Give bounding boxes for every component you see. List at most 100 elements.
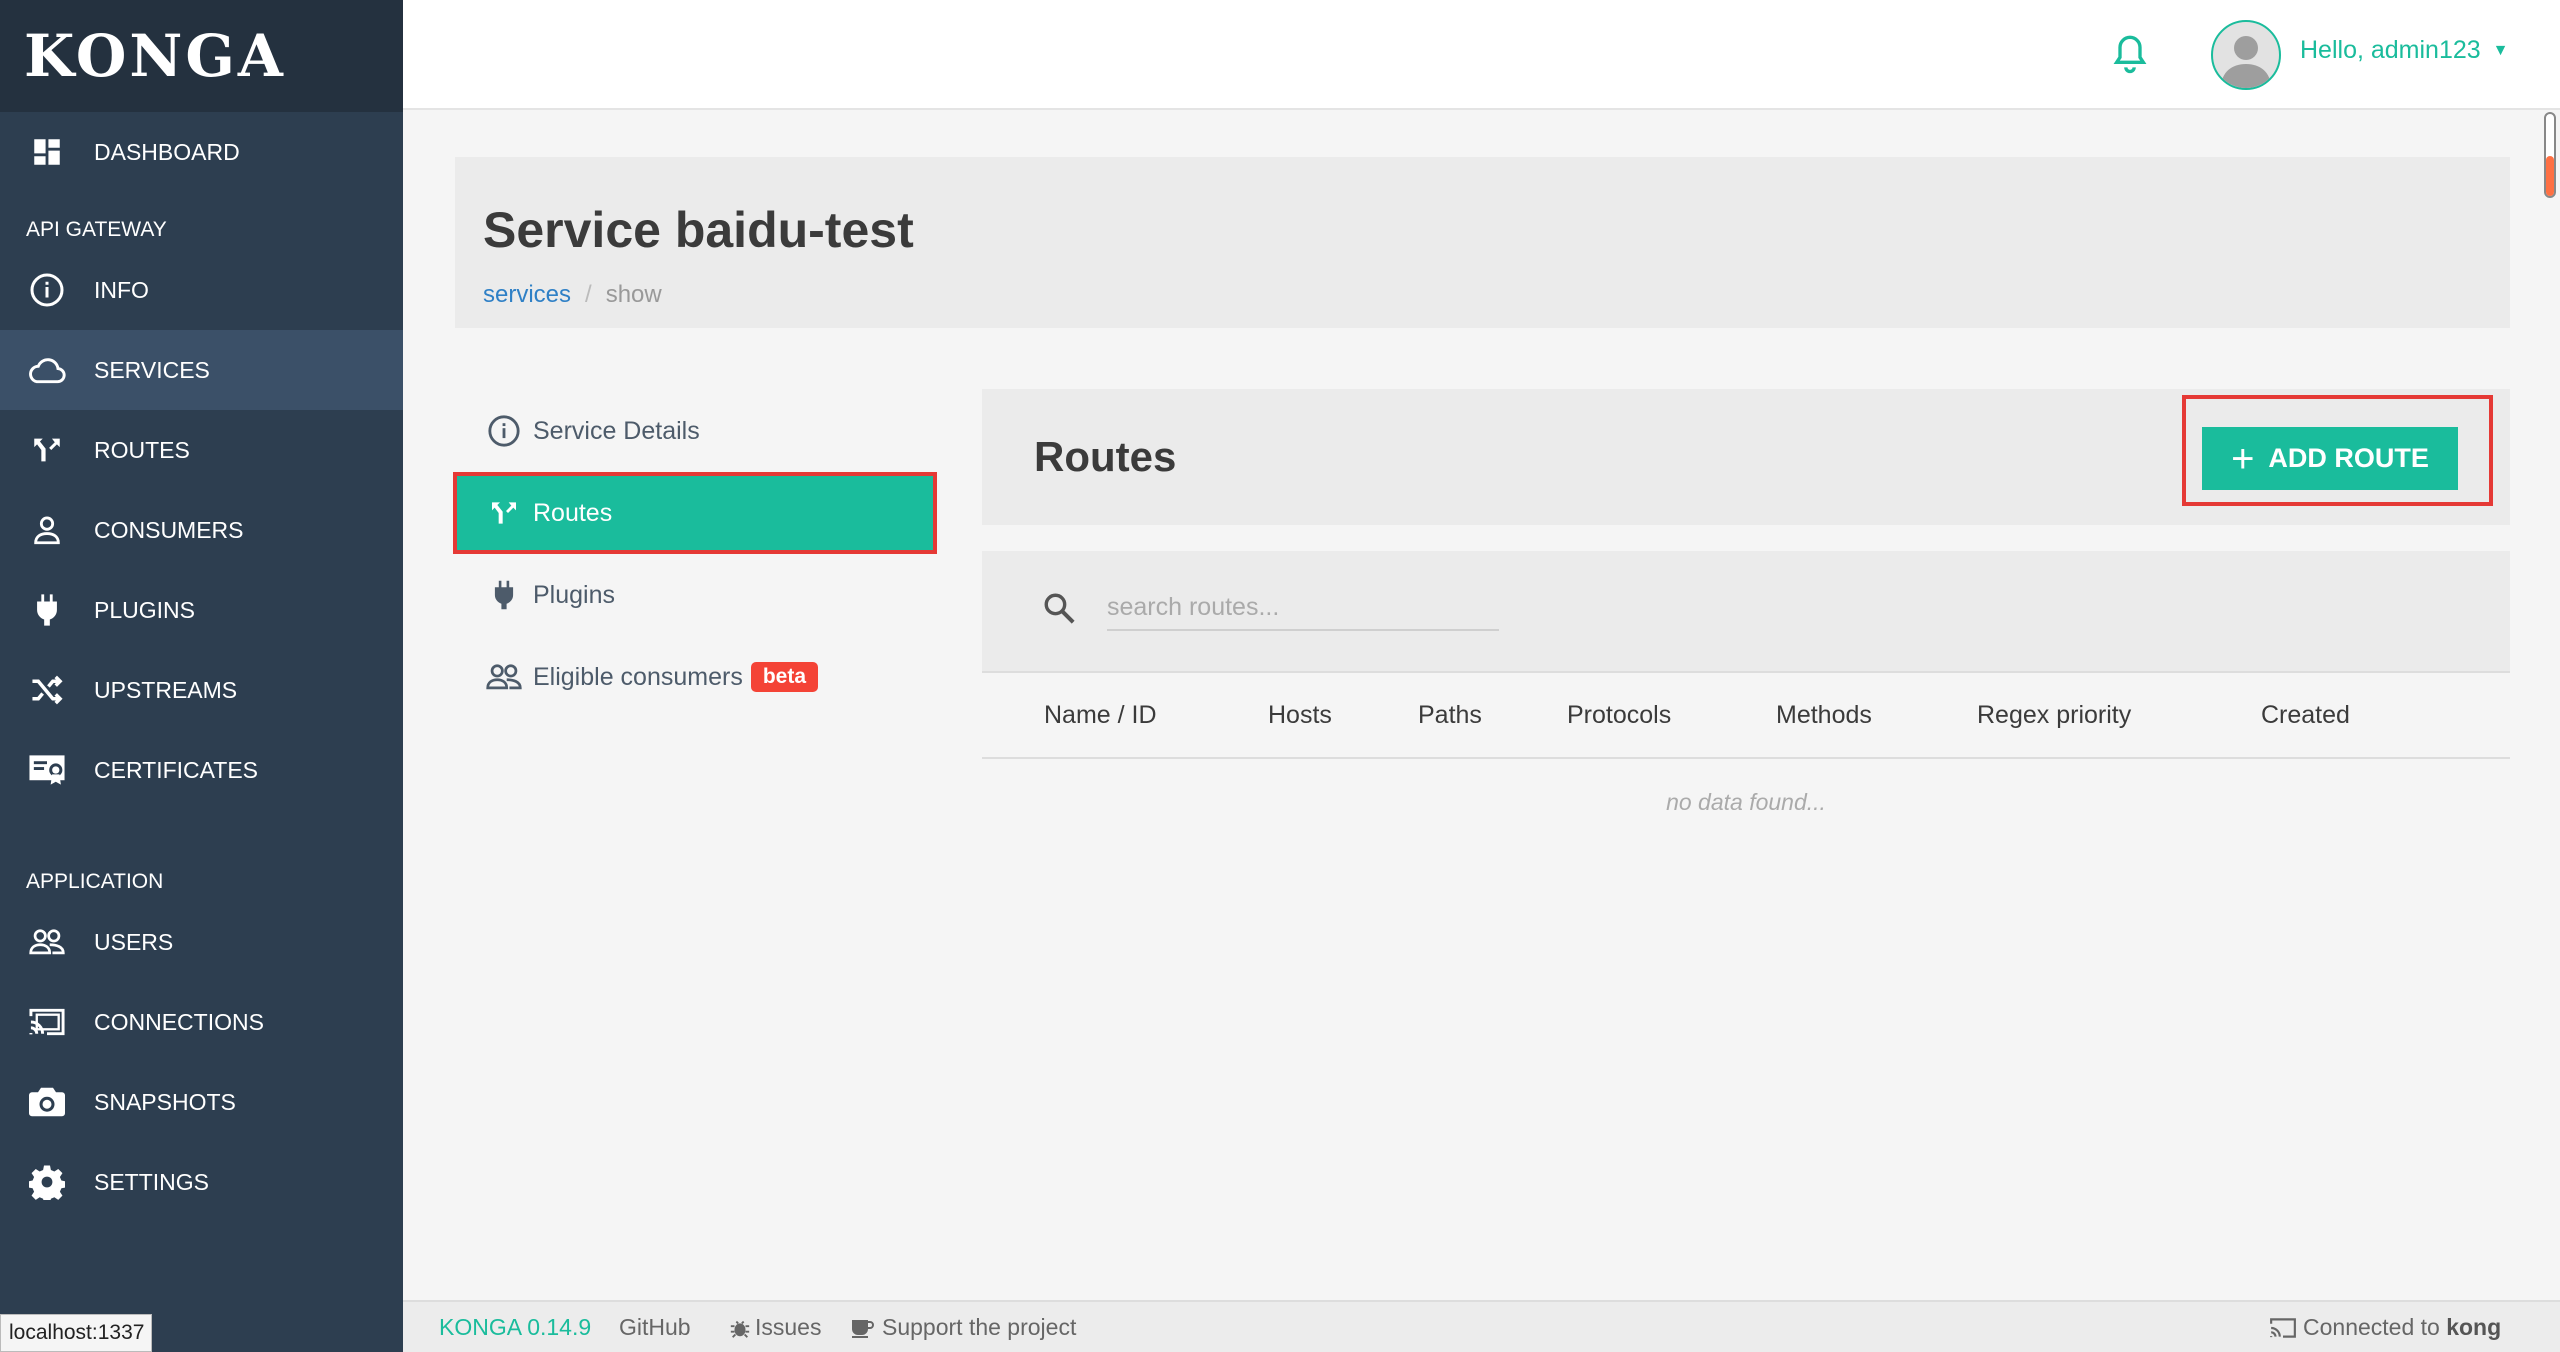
sidebar-item-consumers[interactable]: CONSUMERS: [0, 490, 403, 570]
breadcrumb: services / show: [483, 281, 662, 309]
footer-support-link[interactable]: Support the project: [850, 1314, 1076, 1341]
info-icon: [485, 414, 523, 448]
sidebar-item-snapshots[interactable]: SNAPSHOTS: [0, 1062, 403, 1142]
sidebar-item-dashboard[interactable]: DASHBOARD: [0, 112, 403, 192]
status-bar-url: localhost:1337: [0, 1314, 152, 1352]
sidebar-item-settings[interactable]: SETTINGS: [0, 1142, 403, 1222]
breadcrumb-current: show: [605, 281, 662, 308]
sidebar-item-label: SETTINGS: [94, 1168, 210, 1195]
tab-label: Routes: [533, 498, 613, 527]
person-icon: [28, 511, 66, 549]
sidebar-item-label: CERTIFICATES: [94, 756, 258, 783]
sidebar-item-label: DASHBOARD: [94, 138, 240, 165]
empty-state-text: no data found...: [1666, 789, 1826, 815]
tab-routes[interactable]: Routes: [453, 472, 937, 554]
add-route-label: ADD ROUTE: [2268, 443, 2429, 473]
sidebar-item-label: ROUTES: [94, 436, 190, 463]
footer-connection-status: Connected to kong: [2269, 1314, 2501, 1341]
sidebar-item-label: USERS: [94, 928, 174, 955]
sidebar-section-application: APPLICATION: [26, 870, 164, 893]
caret-down-icon: ▼: [2492, 41, 2509, 59]
main-content: Service baidu-test services / show Service…: [403, 110, 2560, 1300]
page-title: Service baidu-test: [483, 202, 914, 258]
footer-issues-link[interactable]: Issues: [729, 1314, 821, 1341]
sidebar-item-certificates[interactable]: CERTIFICATES: [0, 730, 403, 810]
shuffle-icon: [28, 671, 66, 709]
add-route-button[interactable]: + ADD ROUTE: [2202, 427, 2458, 490]
sidebar-item-label: CONNECTIONS: [94, 1008, 264, 1035]
service-subnav: Service Details Routes Plugins Eligible …: [453, 392, 937, 720]
breadcrumb-separator: /: [585, 281, 592, 308]
sidebar-item-label: CONSUMERS: [94, 516, 244, 543]
plug-icon: [485, 579, 523, 611]
sidebar-item-label: SERVICES: [94, 356, 210, 383]
gear-icon: [28, 1163, 66, 1201]
scrollbar-indicator: [2546, 156, 2554, 196]
tab-plugins[interactable]: Plugins: [455, 556, 935, 634]
column-header-paths[interactable]: Paths: [1418, 701, 1482, 730]
table-header: Name / ID Hosts Paths Protocols Methods …: [982, 671, 2510, 759]
bug-icon: [729, 1317, 751, 1339]
topbar: Hello, admin123 ▼: [403, 0, 2560, 110]
column-header-methods[interactable]: Methods: [1776, 701, 1872, 730]
tab-service-details[interactable]: Service Details: [455, 392, 935, 470]
footer-issues-label: Issues: [755, 1314, 822, 1340]
routes-icon: [485, 497, 523, 529]
sidebar-item-plugins[interactable]: PLUGINS: [0, 570, 403, 650]
konga-logo[interactable]: KONGA: [0, 0, 403, 112]
routes-search-bar: [982, 551, 2510, 671]
footer-version[interactable]: KONGA 0.14.9: [439, 1314, 591, 1341]
column-header-hosts[interactable]: Hosts: [1268, 701, 1332, 730]
sidebar-item-routes[interactable]: ROUTES: [0, 410, 403, 490]
logo-text: KONGA: [24, 22, 286, 90]
coffee-icon: [850, 1317, 874, 1339]
certificate-icon: [28, 751, 66, 789]
column-header-protocols[interactable]: Protocols: [1567, 701, 1671, 730]
tab-label: Service Details: [533, 416, 700, 445]
footer-github-link[interactable]: GitHub: [619, 1314, 691, 1341]
users-icon: [28, 923, 66, 961]
avatar[interactable]: [2211, 20, 2281, 90]
routes-table: Name / ID Hosts Paths Protocols Methods …: [982, 671, 2510, 816]
tab-label: Eligible consumers: [533, 662, 743, 691]
routes-panel-header: Routes + ADD ROUTE: [982, 389, 2510, 525]
sidebar-item-connections[interactable]: CONNECTIONS: [0, 982, 403, 1062]
cloud-icon: [28, 351, 66, 389]
routes-icon: [28, 431, 66, 469]
sidebar-item-label: PLUGINS: [94, 596, 195, 623]
column-header-name[interactable]: Name / ID: [1044, 701, 1157, 730]
page-header: Service baidu-test services / show: [455, 157, 2510, 328]
sidebar-item-info[interactable]: INFO: [0, 250, 403, 330]
footer-support-label: Support the project: [882, 1314, 1077, 1340]
plus-icon: +: [2231, 436, 2255, 481]
sidebar-section-api-gateway: API GATEWAY: [26, 218, 167, 241]
breadcrumb-services-link[interactable]: services: [483, 281, 571, 308]
cast-icon: [2269, 1316, 2297, 1340]
sidebar-item-users[interactable]: USERS: [0, 902, 403, 982]
sidebar-item-label: UPSTREAMS: [94, 676, 238, 703]
page-scrollbar[interactable]: [2538, 110, 2560, 1300]
bell-icon[interactable]: [2113, 34, 2147, 79]
column-header-created[interactable]: Created: [2261, 701, 2350, 730]
sidebar-item-services[interactable]: SERVICES: [0, 330, 403, 410]
sidebar-item-upstreams[interactable]: UPSTREAMS: [0, 650, 403, 730]
sidebar-item-label: INFO: [94, 276, 149, 303]
cast-icon: [28, 1003, 66, 1041]
user-menu[interactable]: Hello, admin123 ▼: [2300, 36, 2509, 65]
user-greeting: Hello, admin123: [2300, 36, 2481, 64]
sidebar-item-label: SNAPSHOTS: [94, 1088, 236, 1115]
plug-icon: [28, 591, 66, 629]
beta-badge: beta: [750, 662, 819, 692]
tab-eligible-consumers[interactable]: Eligible consumers beta: [455, 638, 935, 716]
dashboard-icon: [28, 133, 66, 171]
routes-title: Routes: [1034, 433, 1177, 480]
connected-target: kong: [2446, 1314, 2502, 1340]
info-icon: [28, 271, 66, 309]
add-route-highlight: + ADD ROUTE: [2182, 395, 2493, 506]
tab-label: Plugins: [533, 580, 615, 609]
search-routes-input[interactable]: [1107, 585, 1499, 631]
camera-icon: [28, 1083, 66, 1121]
column-header-regex-priority[interactable]: Regex priority: [1977, 701, 2131, 730]
search-icon: [1042, 591, 1076, 630]
connected-prefix: Connected to: [2303, 1314, 2440, 1340]
